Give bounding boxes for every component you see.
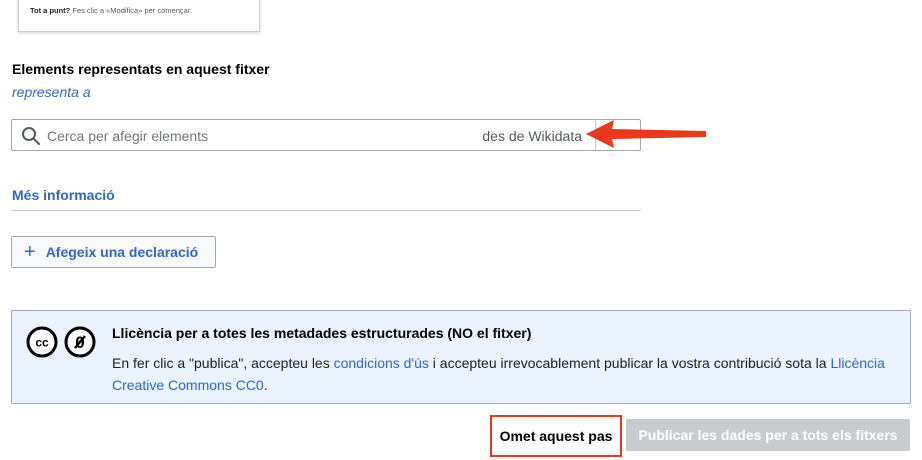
skip-step-button[interactable]: Omet aquest pas: [494, 419, 618, 453]
creative-commons-icon: cc: [26, 326, 58, 358]
annotation-arrow-icon: [586, 120, 706, 148]
search-source-label: des de Wikidata: [482, 128, 582, 144]
license-text-middle: i accepteu irrevocablement publicar la v…: [428, 355, 831, 371]
cc-icon-text: cc: [35, 336, 49, 350]
plus-icon: +: [24, 241, 36, 263]
search-icon: [22, 127, 40, 145]
file-thumbnail-card: Tot a punt? Fes clic a «Modifica» per co…: [18, 0, 260, 32]
depicts-heading: Elements representats en aquest fitxer: [12, 61, 270, 77]
add-statement-button[interactable]: + Afegeix una declaració: [11, 236, 216, 268]
more-info-link[interactable]: Més informació: [12, 187, 115, 203]
license-description: En fer clic a "publica", accepteu les co…: [112, 352, 902, 396]
public-domain-zero-icon: 0: [64, 326, 96, 358]
search-placeholder: Cerca per afegir elements: [47, 128, 209, 144]
license-text-after: .: [263, 377, 268, 393]
depicts-search-input[interactable]: Cerca per afegir elements des de Wikidat…: [11, 119, 641, 151]
publish-all-button[interactable]: Publicar les dades per a tots els fitxer…: [626, 419, 910, 451]
license-title: Llicència per a totes les metadades estr…: [112, 325, 532, 341]
depicts-property-link[interactable]: representa a: [12, 84, 91, 100]
thumbnail-hint-text: Fes clic a «Modifica» per començar.: [70, 6, 192, 15]
license-text-before: En fer clic a "publica", accepteu les: [112, 355, 334, 371]
section-divider: [12, 210, 641, 211]
license-notice: cc 0 Llicència per a totes les metadades…: [11, 310, 911, 404]
thumbnail-hint-bold: Tot a punt?: [30, 6, 71, 15]
terms-of-use-link[interactable]: condicions d'ús: [334, 355, 429, 371]
add-statement-label: Afegeix una declaració: [45, 244, 199, 260]
